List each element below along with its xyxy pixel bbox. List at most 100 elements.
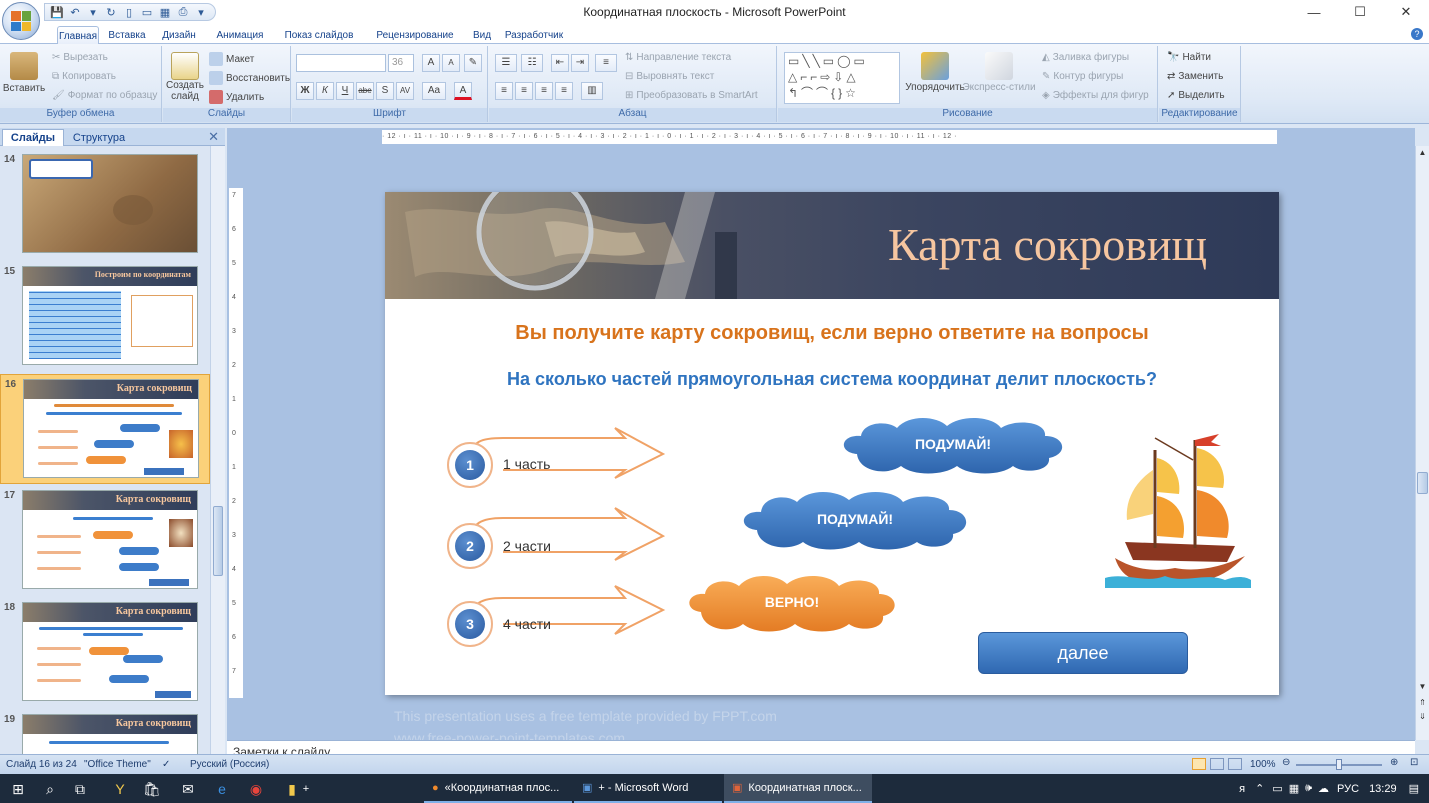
cloud-think-2[interactable]: ПОДУМАЙ! — [737, 488, 973, 550]
spacing-button[interactable]: AV — [396, 82, 414, 100]
slide-canvas[interactable]: Карта сокровищ Вы получите карту сокрови… — [385, 192, 1279, 695]
shape-effects-button[interactable]: ◈ Эффекты для фигур — [1042, 90, 1149, 101]
customize-qat-icon[interactable]: ▾ — [193, 4, 209, 20]
bold-button[interactable]: Ж — [296, 82, 314, 100]
tab-outline-pane[interactable]: Структура — [68, 129, 130, 146]
tab-animation[interactable]: Анимация — [209, 26, 271, 44]
close-button[interactable]: ✕ — [1383, 0, 1429, 24]
notes-pane[interactable]: Заметки к слайду — [227, 740, 1415, 754]
yandex-browser-icon[interactable]: Y — [110, 779, 130, 799]
layout-button[interactable]: Макет — [209, 52, 254, 66]
bullets-button[interactable]: ☰ — [495, 54, 517, 72]
editor-scrollbar[interactable]: ▲ ▼ ⇑ ⇓ — [1415, 146, 1429, 740]
help-icon[interactable]: ? — [1411, 28, 1423, 40]
answer-1-number[interactable]: 1 — [447, 442, 493, 488]
slide-sorter-icon[interactable] — [1210, 758, 1224, 770]
pane-scroll-thumb[interactable] — [213, 506, 223, 576]
tab-design[interactable]: Дизайн — [156, 26, 202, 44]
save-icon[interactable]: 💾 — [49, 4, 65, 20]
spellcheck-icon[interactable]: ✓ — [162, 759, 170, 770]
font-name-box[interactable] — [296, 54, 386, 72]
slide-thumbnail[interactable]: 18 Карта сокровищ — [0, 598, 210, 708]
store-icon[interactable]: 🛍 — [142, 779, 162, 799]
tab-review[interactable]: Рецензирование — [366, 26, 464, 44]
input-language[interactable]: РУС — [1337, 783, 1359, 795]
sailing-ship-image[interactable] — [1095, 430, 1255, 590]
print-preview-icon[interactable]: ▦ — [157, 4, 173, 20]
tab-home[interactable]: Главная — [57, 26, 99, 45]
slideshow-icon[interactable] — [1228, 758, 1242, 770]
taskbar-task-word[interactable]: ▣ + - Microsoft Word — [574, 774, 722, 803]
copy-button[interactable]: ⧉ Копировать — [52, 71, 116, 82]
columns-button[interactable]: ▥ — [581, 82, 603, 100]
answer-2-text[interactable]: 2 части — [503, 538, 551, 554]
scroll-up-icon[interactable]: ▲ — [1416, 148, 1429, 157]
slide-thumbnail[interactable]: 14 — [0, 150, 210, 260]
undo-icon[interactable]: ↶ — [67, 4, 83, 20]
answer-1-text[interactable]: 1 часть — [503, 456, 550, 472]
taskbar-task-powerpoint[interactable]: ▣ Координатная плоск... — [724, 774, 872, 803]
underline-button[interactable]: Ч — [336, 82, 354, 100]
shape-fill-button[interactable]: ◭ Заливка фигуры — [1042, 52, 1129, 63]
zoom-out-icon[interactable]: ⊖ — [1282, 757, 1290, 768]
windows-start-icon[interactable]: ⊞ — [8, 779, 28, 799]
clear-format-button[interactable]: ✎ — [464, 54, 482, 72]
slide-thumbnail-selected[interactable]: 16 Карта сокровищ — [0, 374, 210, 484]
font-size-box[interactable]: 36 — [388, 54, 414, 72]
dropdown-icon[interactable]: ▾ — [85, 4, 101, 20]
scroll-down-icon[interactable]: ▼ — [1416, 682, 1429, 691]
maximize-button[interactable]: ☐ — [1337, 0, 1383, 24]
cut-button[interactable]: ✂ Вырезать — [52, 52, 108, 63]
tab-developer[interactable]: Разработчик — [501, 26, 567, 44]
tab-insert[interactable]: Вставка — [104, 26, 150, 44]
paste-button[interactable]: Вставить — [3, 52, 45, 94]
show-hidden-icons[interactable]: ⌃ — [1255, 782, 1264, 795]
shrink-font-button[interactable]: A — [442, 54, 460, 72]
shapes-gallery[interactable]: ▭╲╲▭◯▭ △⌐⌐⇨⇩△ ↰⌒⌒{}☆ — [784, 52, 900, 104]
shape-outline-button[interactable]: ✎ Контур фигуры — [1042, 71, 1123, 82]
redo-icon[interactable]: ↻ — [103, 4, 119, 20]
normal-view-icon[interactable] — [1192, 758, 1206, 770]
cloud-correct[interactable]: ВЕРНО! — [683, 572, 901, 632]
quick-styles-button[interactable]: Экспресс-стили — [962, 52, 1036, 93]
align-right-button[interactable]: ≡ — [535, 82, 553, 100]
task-view-icon[interactable]: ⧉ — [70, 779, 90, 799]
search-icon[interactable]: ⌕ — [40, 779, 60, 799]
zoom-level[interactable]: 100% — [1250, 759, 1276, 770]
select-button[interactable]: ➚ Выделить — [1167, 90, 1225, 101]
new-file-icon[interactable]: ▯ — [121, 4, 137, 20]
close-pane-icon[interactable]: ✕ — [208, 129, 219, 145]
zoom-slider-handle[interactable] — [1336, 759, 1342, 770]
pane-scrollbar[interactable] — [210, 146, 225, 754]
decrease-indent-button[interactable]: ⇤ — [551, 54, 569, 72]
tab-view[interactable]: Вид — [469, 26, 495, 44]
open-folder-icon[interactable]: ▭ — [139, 4, 155, 20]
next-button[interactable]: далее — [978, 632, 1188, 674]
align-center-button[interactable]: ≡ — [515, 82, 533, 100]
mail-icon[interactable]: ✉ — [178, 779, 198, 799]
pin-plus-icon[interactable]: + — [296, 779, 316, 799]
strike-button[interactable]: abe — [356, 82, 374, 100]
print-icon[interactable]: ⎙ — [175, 4, 191, 20]
justify-button[interactable]: ≡ — [555, 82, 573, 100]
previous-slide-icon[interactable]: ⇑ — [1416, 698, 1429, 707]
clock[interactable]: 13:29 — [1369, 783, 1397, 795]
smartart-button[interactable]: ⊞ Преобразовать в SmartArt — [625, 90, 758, 101]
grow-font-button[interactable]: A — [422, 54, 440, 72]
slide-thumbnail[interactable]: 19 Карта сокровищ — [0, 710, 210, 754]
cloud-think-1[interactable]: ПОДУМАЙ! — [837, 414, 1069, 474]
zoom-in-icon[interactable]: ⊕ — [1390, 757, 1398, 768]
text-direction-button[interactable]: ⇅ Направление текста — [625, 52, 731, 63]
editor-scroll-thumb[interactable] — [1417, 472, 1428, 494]
onedrive-icon[interactable]: ☁ — [1318, 782, 1329, 795]
notifications-icon[interactable]: ▤ — [1409, 782, 1419, 795]
next-slide-icon[interactable]: ⇓ — [1416, 712, 1429, 721]
align-text-button[interactable]: ⊟ Выровнять текст — [625, 71, 714, 82]
tablet-icon[interactable]: ▭ — [1272, 782, 1282, 795]
format-painter-button[interactable]: 🖌 Формат по образцу — [52, 90, 157, 101]
find-button[interactable]: 🔭 Найти — [1167, 52, 1211, 63]
office-button[interactable] — [2, 2, 40, 40]
new-slide-button[interactable]: Создать слайд — [166, 52, 204, 102]
network-icon[interactable]: ▦ — [1289, 782, 1299, 795]
arrange-button[interactable]: Упорядочить — [905, 52, 965, 93]
